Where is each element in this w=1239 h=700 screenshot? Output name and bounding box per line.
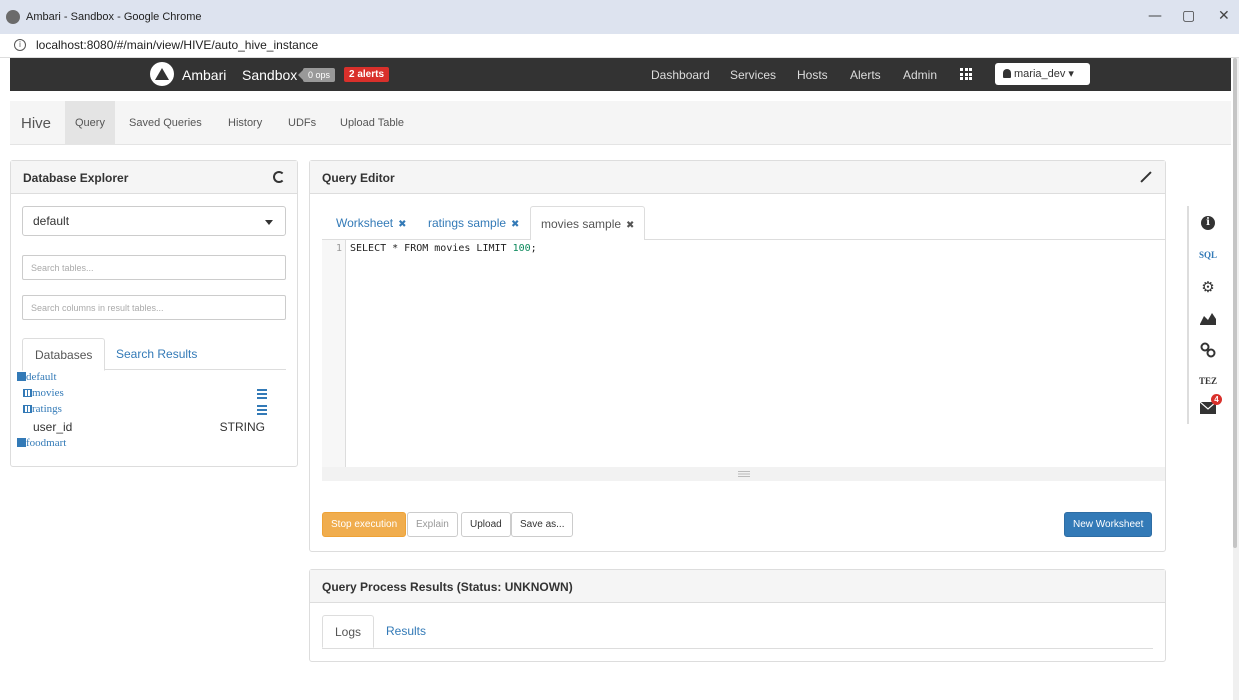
list-icon[interactable] (257, 405, 267, 415)
ops-badge[interactable]: 0 ops (297, 68, 336, 82)
database-explorer-title: Database Explorer (11, 161, 297, 194)
tree-table-ratings[interactable]: ratings (17, 403, 287, 419)
ambari-logo-icon[interactable] (150, 62, 174, 86)
list-icon[interactable] (257, 389, 267, 399)
tab-search-results[interactable]: Search Results (104, 338, 209, 370)
scrollbar-thumb[interactable] (1233, 58, 1237, 548)
user-menu-button[interactable]: maria_dev ▾ (995, 63, 1090, 85)
alerts-badge[interactable]: 2 alerts (344, 67, 390, 82)
info-circle-icon[interactable]: i (1189, 210, 1227, 242)
tab-databases[interactable]: Databases (22, 338, 106, 371)
close-icon[interactable]: ✕ (1218, 8, 1230, 24)
explain-button[interactable]: Explain (407, 512, 458, 537)
settings-gear-icon[interactable]: ⚙ (1189, 270, 1227, 302)
query-editor-title: Query Editor (310, 161, 1165, 194)
tab-results[interactable]: Results (374, 615, 438, 647)
nav-alerts[interactable]: Alerts (850, 68, 881, 82)
tab-logs[interactable]: Logs (322, 615, 375, 648)
visualization-chart-icon[interactable] (1189, 302, 1227, 334)
stop-execution-button[interactable]: Stop execution (322, 512, 407, 537)
editor-resize-handle[interactable] (322, 467, 1165, 481)
minimize-icon[interactable]: — (1148, 8, 1162, 24)
database-select[interactable]: default (22, 206, 286, 236)
tree-db-default[interactable]: default (17, 371, 287, 387)
subnav-upload-table[interactable]: Upload Table (330, 101, 414, 145)
subnav-udfs[interactable]: UDFs (278, 101, 326, 145)
explorer-tabs: Databases Search Results (22, 338, 286, 371)
ambari-navbar: Ambari Sandbox 0 ops 2 alerts Dashboard … (10, 58, 1231, 91)
close-tab-icon[interactable]: ✖ (626, 220, 634, 231)
notification-count-badge: 4 (1211, 394, 1222, 405)
window-title: Ambari - Sandbox - Google Chrome (26, 11, 202, 23)
views-grid-icon[interactable] (960, 68, 972, 80)
tree-column-user-id[interactable]: user_id STRING (17, 420, 287, 436)
browser-titlebar: Ambari - Sandbox - Google Chrome — ▢ ✕ (0, 0, 1239, 34)
info-icon[interactable]: i (14, 39, 26, 51)
close-tab-icon[interactable]: ✖ (511, 219, 519, 230)
database-icon (17, 438, 26, 447)
database-explorer-panel: Database Explorer default Databases Sear… (10, 160, 298, 467)
worksheet-tabs: Worksheet ✖ ratings sample ✖ movies sample… (322, 206, 1165, 241)
sql-code-editor[interactable]: 1 SELECT * FROM movies LIMIT 100; (322, 240, 1165, 481)
subnav-query[interactable]: Query (65, 101, 115, 145)
hive-subnav: Hive Query Saved Queries History UDFs Up… (10, 101, 1231, 145)
search-columns-input[interactable] (22, 295, 286, 320)
line-gutter (322, 240, 346, 467)
nav-admin[interactable]: Admin (903, 68, 937, 82)
page-scrollbar[interactable] (1233, 58, 1239, 700)
tree-db-foodmart[interactable]: foodmart (17, 437, 287, 453)
query-editor-panel: Query Editor Worksheet ✖ ratings sample ✖ … (309, 160, 1166, 552)
tab-worksheet[interactable]: Worksheet ✖ (326, 206, 417, 240)
caret-down-icon (265, 220, 273, 225)
search-tables-input[interactable] (22, 255, 286, 280)
table-icon (23, 405, 32, 413)
line-number: 1 (336, 243, 343, 254)
address-bar[interactable]: i localhost:8080/#/main/view/HIVE/auto_h… (0, 34, 1239, 58)
nav-hosts[interactable]: Hosts (797, 68, 828, 82)
hive-title: Hive (21, 115, 52, 132)
tab-ratings-sample[interactable]: ratings sample ✖ (418, 206, 529, 240)
query-results-title: Query Process Results (Status: UNKNOWN) (310, 570, 1165, 603)
tab-movies-sample[interactable]: movies sample ✖ (530, 206, 646, 241)
results-tabs: Logs Results (322, 615, 1153, 649)
nav-services[interactable]: Services (730, 68, 776, 82)
cluster-name[interactable]: Sandbox (242, 67, 297, 83)
query-results-panel: Query Process Results (Status: UNKNOWN) … (309, 569, 1166, 662)
restore-icon[interactable]: ▢ (1182, 8, 1195, 24)
user-icon (1003, 69, 1011, 78)
table-icon (23, 389, 32, 397)
code-line[interactable]: SELECT * FROM movies LIMIT 100; (350, 243, 537, 254)
brand-name[interactable]: Ambari (182, 67, 226, 83)
link-icon[interactable] (1189, 334, 1227, 366)
new-worksheet-button[interactable]: New Worksheet (1064, 512, 1153, 537)
tree-table-movies[interactable]: movies (17, 387, 287, 403)
upload-button[interactable]: Upload (461, 512, 511, 537)
subnav-history[interactable]: History (218, 101, 272, 145)
expand-icon[interactable] (1139, 171, 1151, 183)
save-as-button[interactable]: Save as... (511, 512, 574, 537)
database-icon (17, 372, 26, 381)
url-text[interactable]: localhost:8080/#/main/view/HIVE/auto_hiv… (36, 38, 318, 52)
nav-dashboard[interactable]: Dashboard (651, 68, 710, 82)
ambari-favicon-icon (6, 10, 20, 24)
refresh-icon[interactable] (273, 171, 285, 183)
notifications-envelope-icon[interactable]: 4 (1189, 392, 1227, 424)
right-toolbar: i SQL ⚙ TEZ 4 (1187, 206, 1227, 424)
subnav-saved-queries[interactable]: Saved Queries (119, 101, 212, 145)
close-tab-icon[interactable]: ✖ (398, 219, 406, 230)
sql-tab[interactable]: SQL (1189, 240, 1227, 272)
